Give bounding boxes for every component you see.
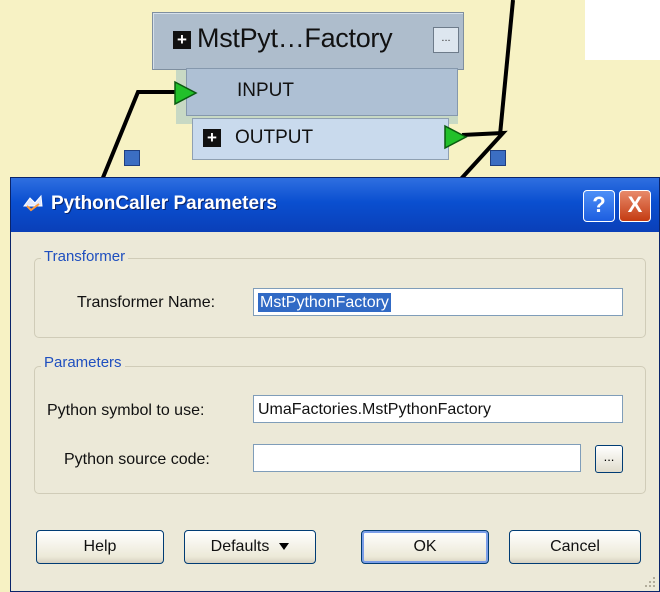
input-port-arrow-icon[interactable] <box>172 80 198 106</box>
expand-attributes-icon[interactable]: + <box>203 129 221 147</box>
python-source-field[interactable] <box>253 444 581 472</box>
help-button[interactable]: Help <box>36 530 164 564</box>
transformer-group-label: Transformer <box>41 248 129 265</box>
transformer-node-header[interactable]: + MstPyt…Factory ... <box>152 12 464 70</box>
node-properties-button[interactable]: ... <box>433 27 459 53</box>
browse-source-button[interactable]: ... <box>595 445 623 473</box>
transformer-name-label: Transformer Name: <box>77 294 216 311</box>
resize-grip-icon[interactable] <box>642 574 656 588</box>
connection-handle-left[interactable] <box>124 150 140 166</box>
transformer-name-value: MstPythonFactory <box>258 293 391 312</box>
output-port[interactable]: + OUTPUT <box>192 118 449 160</box>
input-connection-line <box>100 90 182 181</box>
python-source-label: Python source code: <box>64 451 210 468</box>
output-port-label: OUTPUT <box>235 127 314 148</box>
connection-handle-right[interactable] <box>490 150 506 166</box>
parameters-group-label: Parameters <box>41 354 125 371</box>
fme-app-icon <box>23 194 43 212</box>
dialog-title: PythonCaller Parameters <box>51 193 277 214</box>
defaults-button[interactable]: Defaults <box>184 530 316 564</box>
pythoncaller-parameters-dialog: PythonCaller Parameters ? X Transformer … <box>10 177 660 592</box>
input-port[interactable]: INPUT <box>186 68 458 116</box>
transformer-name-field[interactable]: MstPythonFactory <box>253 288 623 316</box>
transformer-node-title: MstPyt…Factory <box>197 23 393 53</box>
input-port-label: INPUT <box>237 80 294 101</box>
help-title-button[interactable]: ? <box>583 190 615 222</box>
close-button[interactable]: X <box>619 190 651 222</box>
dialog-titlebar[interactable]: PythonCaller Parameters ? X <box>11 178 659 232</box>
parameters-group <box>34 366 646 494</box>
python-symbol-field[interactable]: UmaFactories.MstPythonFactory <box>253 395 623 423</box>
cancel-button[interactable]: Cancel <box>509 530 641 564</box>
output-port-arrow-icon[interactable] <box>442 124 468 150</box>
upstream-connection-line <box>498 0 515 136</box>
python-symbol-label: Python symbol to use: <box>47 402 205 419</box>
defaults-label: Defaults <box>210 538 270 555</box>
dropdown-arrow-icon <box>279 543 290 551</box>
expand-icon[interactable]: + <box>173 31 191 49</box>
ok-button[interactable]: OK <box>361 530 489 564</box>
